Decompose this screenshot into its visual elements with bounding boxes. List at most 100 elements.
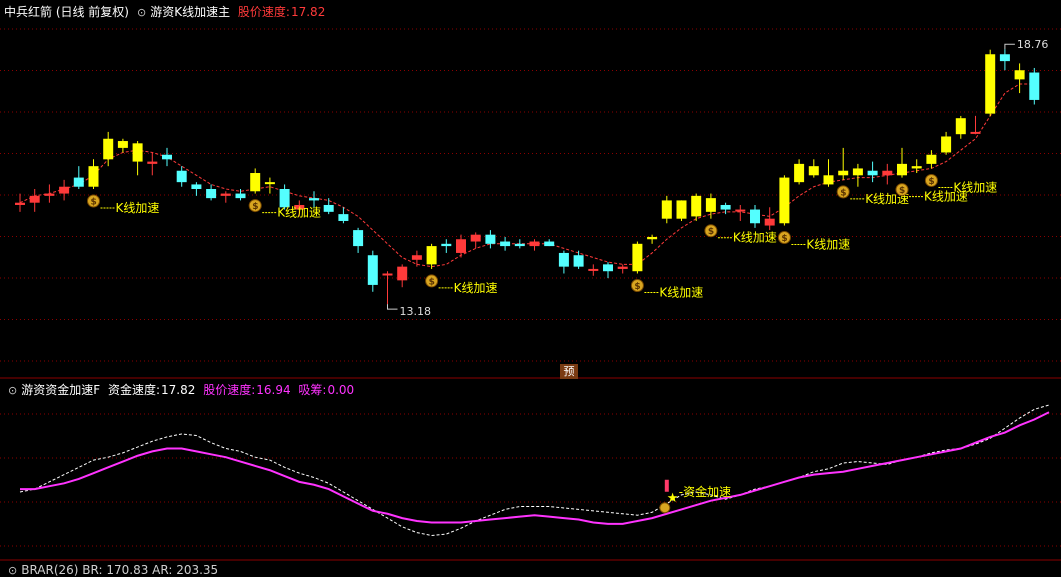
fund-speed-chart: ★ -资金加速 — [19, 404, 1050, 537]
candle-body — [441, 243, 452, 247]
money-bag-symbol: $ — [708, 227, 714, 237]
candle-body — [750, 209, 760, 224]
money-bag-symbol: $ — [91, 198, 97, 208]
candle-body — [220, 193, 231, 196]
indicator-toggle-icon[interactable]: ⊙ — [137, 6, 146, 19]
candle-body — [338, 214, 349, 221]
candle-body — [44, 193, 55, 196]
k-accel-annotation: $ K线加速 — [87, 194, 160, 215]
candle-body — [794, 163, 805, 183]
candle-body — [411, 255, 422, 260]
candle-body — [617, 266, 628, 269]
candle-body — [838, 170, 849, 176]
star-icon: ★ — [667, 491, 679, 506]
price-speed-value: 17.82 — [290, 5, 326, 19]
grid-lines — [0, 28, 1061, 561]
main-chart-header: 中兵红箭 (日线 前复权) ⊙ 游资K线加速主 股价速度:17.82 — [4, 3, 329, 20]
candle-body — [73, 177, 84, 187]
candle-body — [970, 131, 981, 134]
candle-body — [29, 195, 40, 203]
sub-indicator-name[interactable]: 游资资金加速F — [21, 383, 100, 397]
candle-body — [852, 168, 863, 176]
candle-body — [470, 234, 481, 242]
candle-body — [647, 236, 658, 240]
candle-body — [309, 198, 319, 201]
k-accel-annotation: $ K线加速 — [630, 279, 703, 300]
candle-body — [397, 266, 408, 281]
candle-body — [676, 200, 687, 219]
annotation-label: K线加速 — [116, 201, 160, 215]
candle-body — [206, 189, 217, 199]
candle-body — [176, 170, 187, 183]
bottom-indicator-header: ⊙ BRAR(26) BR: 170.83 AR: 203.35 — [4, 563, 222, 577]
annotation-label: K线加速 — [953, 180, 997, 194]
absorb-label: 吸筹: — [298, 383, 327, 397]
candle-body — [1029, 72, 1040, 100]
chart-canvas: 18.76 13.18 $ K线加速 $ K线加速 $ K线加速 $ K线加速 $ K线加速 $ K线加速… — [0, 28, 1061, 561]
candle-body — [558, 252, 569, 267]
candle-body — [59, 186, 70, 194]
candle-body — [632, 243, 643, 272]
annotation-label: K线加速 — [806, 238, 850, 252]
stock-title[interactable]: 中兵红箭 (日线 前复权) — [4, 5, 129, 19]
candle-body — [485, 234, 496, 244]
annotation-label: K线加速 — [454, 281, 498, 295]
annotation-label: K线加速 — [659, 286, 703, 300]
main-indicator-name[interactable]: 游资K线加速主 — [150, 5, 230, 19]
price-speed-label: 股价速度: — [203, 383, 256, 397]
candle-body — [382, 273, 393, 276]
candle-body — [514, 243, 525, 247]
k-accel-annotation: $ K线加速 — [425, 274, 498, 295]
indicator-toggle-icon[interactable]: ⊙ — [8, 384, 17, 397]
candle-body — [897, 163, 907, 176]
annotation-label: -资金加速 — [679, 484, 731, 499]
brar-indicator[interactable]: BRAR(26) BR: 170.83 AR: 203.35 — [21, 563, 218, 577]
forecast-badge[interactable]: 预 — [560, 364, 578, 379]
fund-speed-value: 17.82 — [161, 383, 196, 397]
candle-body — [999, 54, 1010, 62]
max-price-label: 18.76 — [1017, 38, 1049, 51]
candle-body — [882, 170, 893, 176]
candle-body — [941, 136, 952, 153]
sub-chart-header: ⊙ 游资资金加速F 资金速度:17.82 股价速度:16.94 吸筹:0.00 — [4, 381, 358, 398]
candle-body — [162, 154, 172, 160]
candle-body — [544, 241, 555, 247]
candle-body — [191, 184, 202, 189]
money-bag-symbol: $ — [634, 282, 640, 292]
candle-body — [985, 54, 996, 114]
price-speed-label: 股价速度: — [237, 5, 290, 19]
candle-body — [117, 141, 128, 148]
candle-body — [735, 209, 746, 212]
annotation-label: K线加速 — [733, 231, 777, 245]
candle-body — [926, 154, 937, 164]
money-bag-icon — [659, 502, 671, 514]
price-speed-value: 16.94 — [256, 383, 291, 397]
candle-body — [1014, 70, 1025, 80]
series-line — [20, 411, 1050, 525]
candle-body — [88, 166, 99, 187]
candle-body — [323, 204, 334, 212]
candle-body — [705, 198, 716, 212]
fund-speed-label: 资金速度: — [107, 383, 160, 397]
candle-body — [353, 230, 364, 247]
candle-body — [823, 175, 834, 185]
candle-body — [500, 241, 511, 247]
money-bag-symbol: $ — [899, 186, 905, 196]
candle-body — [720, 204, 731, 210]
money-bag-symbol: $ — [781, 234, 787, 244]
min-price-label: 13.18 — [400, 305, 432, 318]
candle-body — [103, 138, 114, 160]
candle-body — [235, 193, 246, 199]
min-marker — [387, 304, 398, 310]
money-bag-symbol: $ — [252, 202, 258, 212]
candle-body — [367, 255, 378, 285]
candle-body — [15, 202, 25, 205]
candle-body — [529, 241, 540, 247]
candlestick-chart: 18.76 13.18 $ K线加速 $ K线加速 $ K线加速 $ K线加速 $ K线加速 $ K线加速… — [15, 38, 1048, 318]
candle-body — [764, 218, 775, 226]
ma-line — [19, 83, 1035, 268]
candle-body — [779, 177, 790, 224]
candle-body — [808, 166, 819, 176]
candle-body — [456, 239, 466, 253]
annotation-label: K线加速 — [277, 206, 321, 220]
